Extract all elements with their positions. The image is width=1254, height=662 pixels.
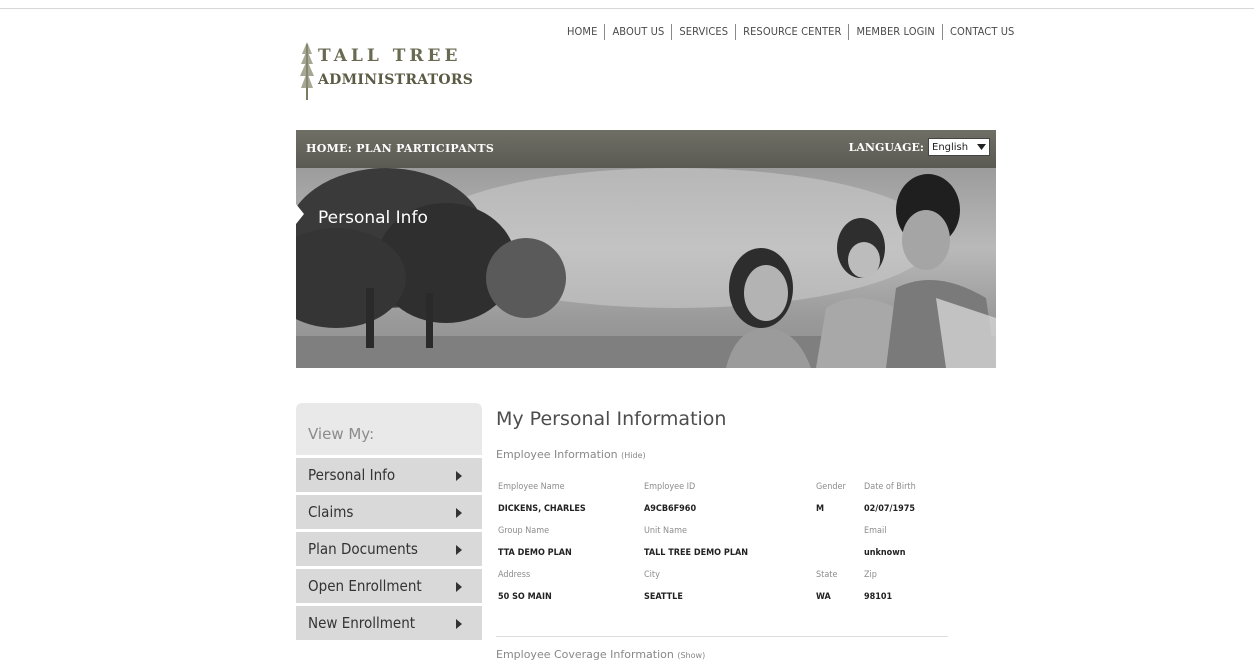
- nav-member-login-link[interactable]: MEMBER LOGIN: [848, 24, 942, 40]
- language-label: LANGUAGE:: [848, 140, 924, 154]
- state-label: State: [816, 570, 838, 580]
- sidebar-item-label: Open Enrollment: [308, 577, 422, 595]
- sidebar-item-label: Plan Documents: [308, 540, 418, 558]
- language-value: English: [932, 141, 969, 153]
- language-selector: LANGUAGE: English: [849, 138, 990, 156]
- gender-value: M: [816, 504, 825, 514]
- triangle-right-icon: [456, 619, 462, 629]
- email-label: Email: [864, 526, 887, 536]
- gender-label: Gender: [816, 482, 846, 492]
- triangle-right-icon: [456, 545, 462, 555]
- nav-services-link[interactable]: SERVICES: [671, 24, 735, 40]
- unit-name-value: TALL TREE DEMO PLAN: [644, 548, 749, 558]
- email-value: unknown: [864, 548, 906, 558]
- nav-resource-center-link[interactable]: RESOURCE CENTER: [735, 24, 848, 40]
- show-toggle-link[interactable]: (Show): [677, 651, 705, 660]
- sidebar-item-claims[interactable]: Claims: [296, 495, 482, 529]
- sidebar-item-open-enrollment[interactable]: Open Enrollment: [296, 569, 482, 603]
- tree-logo-icon: [300, 42, 314, 100]
- dob-label: Date of Birth: [864, 482, 916, 492]
- sidebar-heading: View My:: [296, 403, 482, 455]
- top-rule: [0, 8, 1254, 9]
- sidebar-heading-label: View My:: [308, 425, 375, 443]
- coverage-info-title: Employee Coverage Information: [496, 648, 674, 661]
- triangle-right-icon: [456, 508, 462, 518]
- nav-contact-link[interactable]: CONTACT US: [941, 24, 1022, 40]
- header-bar: HOME: PLAN PARTICIPANTS LANGUAGE: Englis…: [296, 130, 996, 168]
- group-name-value: TTA DEMO PLAN: [498, 548, 572, 558]
- state-value: WA: [816, 592, 831, 602]
- sidebar-item-new-enrollment[interactable]: New Enrollment: [296, 606, 482, 640]
- sidebar-item-label: Personal Info: [308, 466, 396, 484]
- triangle-right-icon: [456, 582, 462, 592]
- sidebar-item-personal-info[interactable]: Personal Info: [296, 458, 482, 492]
- nav-home-link[interactable]: HOME: [560, 24, 604, 40]
- top-nav: HOME ABOUT US SERVICES RESOURCE CENTER M…: [560, 20, 1021, 44]
- coverage-info-heading: Employee Coverage Information (Show): [496, 648, 705, 661]
- address-label: Address: [498, 570, 531, 580]
- employee-info-heading: Employee Information (Hide): [496, 448, 646, 461]
- zip-value: 98101: [864, 592, 893, 602]
- employee-name-label: Employee Name: [498, 482, 565, 492]
- city-label: City: [644, 570, 660, 580]
- triangle-right-icon: [456, 471, 462, 481]
- employee-id-value: A9CB6F960: [644, 504, 697, 514]
- hero-banner: Personal Info: [296, 168, 996, 368]
- logo-text-bottom: ADMINISTRATORS: [318, 72, 474, 88]
- sidebar-item-label: Claims: [308, 503, 354, 521]
- chevron-down-icon: [977, 144, 986, 150]
- breadcrumb[interactable]: HOME: PLAN PARTICIPANTS: [306, 142, 494, 155]
- nav-about-link[interactable]: ABOUT US: [604, 24, 671, 40]
- section-divider: [496, 636, 948, 637]
- language-select[interactable]: English: [928, 138, 990, 156]
- sidebar-item-label: New Enrollment: [308, 614, 416, 632]
- hero-title: Personal Info: [318, 208, 428, 228]
- employee-info-title: Employee Information: [496, 448, 618, 461]
- page-title: My Personal Information: [496, 408, 727, 430]
- logo[interactable]: TALL TREE ADMINISTRATORS: [300, 38, 480, 104]
- zip-label: Zip: [864, 570, 877, 580]
- dob-value: 02/07/1975: [864, 504, 915, 514]
- hide-toggle-link[interactable]: (Hide): [621, 451, 645, 460]
- hero-photo: [296, 168, 996, 368]
- unit-name-label: Unit Name: [644, 526, 687, 536]
- logo-text-top: TALL TREE: [318, 46, 462, 66]
- employee-name-value: DICKENS, CHARLES: [498, 504, 586, 514]
- address-value: 50 SO MAIN: [498, 592, 552, 602]
- employee-id-label: Employee ID: [644, 482, 696, 492]
- sidebar-item-plan-documents[interactable]: Plan Documents: [296, 532, 482, 566]
- sidebar: View My: Personal Info Claims Plan Docum…: [296, 403, 482, 640]
- group-name-label: Group Name: [498, 526, 550, 536]
- city-value: SEATTLE: [644, 592, 683, 602]
